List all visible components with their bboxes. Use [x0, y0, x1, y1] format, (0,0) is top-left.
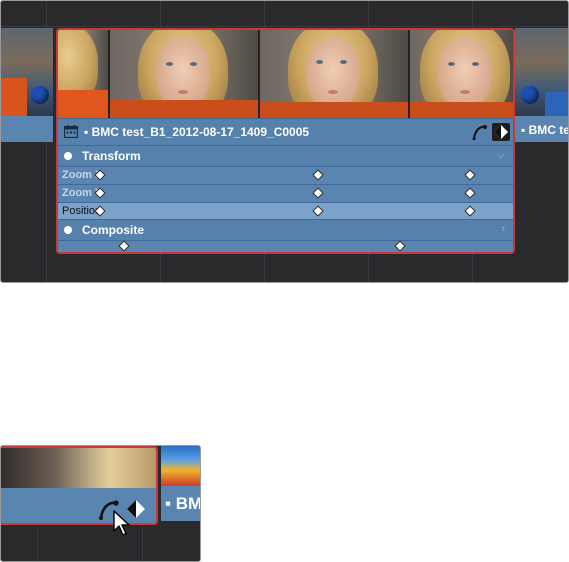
thumbnail-frame [260, 30, 408, 118]
section-transform[interactable]: Transform ⌵ [58, 145, 513, 166]
selected-clip[interactable]: ▪ BMC test_B1_2012-08-17_1409_C0005 Tran… [56, 28, 515, 254]
timeline-panel-expanded: ▪ BMC test [0, 0, 569, 283]
timeline-panel-collapsed: ▪ BMC [0, 445, 201, 562]
next-clip-label: ▪ BMC test [521, 123, 569, 137]
keyframe-marker[interactable] [312, 205, 324, 217]
keyframe-marker[interactable] [312, 169, 324, 181]
section-label: Transform [82, 149, 141, 163]
clip-header[interactable]: ▪ BMC test_B1_2012-08-17_1409_C0005 [58, 118, 513, 145]
param-row-zoom-y[interactable]: Zoom Y [58, 184, 513, 202]
previous-clip[interactable] [1, 28, 53, 142]
clip-title: ▪ BMC test_B1_2012-08-17_1409_C0005 [84, 125, 310, 139]
chevron-down-icon[interactable]: ⌵ [497, 149, 505, 162]
param-row-zoom-x[interactable]: Zoom X [58, 166, 513, 184]
section-enable-dot[interactable] [64, 226, 72, 234]
section-composite[interactable]: Composite › [58, 219, 513, 240]
keyframe-marker[interactable] [464, 187, 476, 199]
clip-thumbnail [1, 448, 156, 488]
keyframe-editor-icon[interactable] [492, 123, 510, 141]
next-clip-thumbnail [515, 28, 568, 116]
section-enable-dot[interactable] [64, 152, 72, 160]
section-label: Composite [82, 223, 145, 237]
selected-clip[interactable] [1, 446, 158, 525]
next-clip[interactable]: ▪ BMC test [515, 28, 569, 142]
chevron-right-icon[interactable]: › [501, 223, 505, 235]
clip-thumbnails [58, 30, 513, 118]
keyframe-marker[interactable] [464, 169, 476, 181]
track-divider [1, 26, 568, 27]
next-clip[interactable]: ▪ BMC [160, 446, 201, 521]
keyframe-marker[interactable] [394, 240, 406, 252]
previous-clip-thumbnail [1, 28, 53, 116]
param-row-composite-keys[interactable] [58, 240, 513, 252]
param-row-position[interactable]: Position [58, 202, 513, 219]
curve-editor-icon[interactable] [472, 124, 488, 140]
keyframe-marker[interactable] [312, 187, 324, 199]
thumbnail-frame [110, 30, 258, 118]
next-clip-label: ▪ BMC [165, 494, 201, 513]
mouse-pointer-icon [113, 510, 130, 536]
next-clip-thumbnail [161, 446, 200, 486]
thumbnail-frame [410, 30, 513, 118]
thumbnail-frame [58, 30, 108, 118]
clip-calendar-icon [64, 125, 78, 138]
keyframe-marker[interactable] [464, 205, 476, 217]
keyframe-marker[interactable] [118, 240, 130, 252]
